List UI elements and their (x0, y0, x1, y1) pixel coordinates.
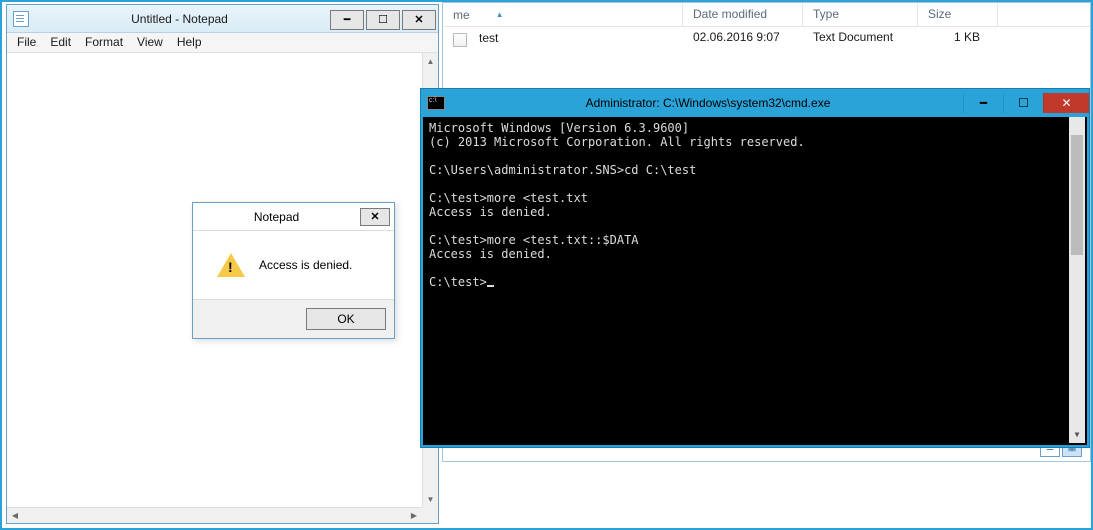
notepad-title: Untitled - Notepad (29, 12, 330, 26)
sort-arrow-icon: ▲ (496, 10, 504, 19)
cmd-icon (427, 96, 445, 110)
cmd-maximize-button[interactable]: ☐ (1003, 93, 1043, 113)
file-row[interactable]: test 02.06.2016 9:07 Text Document 1 KB (443, 27, 1090, 49)
cursor-icon (487, 285, 494, 287)
cmd-scroll-down-icon[interactable]: ▼ (1069, 427, 1085, 443)
column-name[interactable]: me ▲ (443, 3, 683, 26)
message-title: Notepad (193, 210, 360, 224)
column-size[interactable]: Size (918, 3, 998, 26)
file-type: Text Document (803, 27, 918, 49)
scroll-left-icon[interactable]: ◀ (7, 508, 23, 523)
column-type[interactable]: Type (803, 3, 918, 26)
notepad-icon (13, 11, 29, 27)
message-body: ! Access is denied. (193, 231, 394, 299)
scroll-down-icon[interactable]: ▼ (423, 491, 438, 507)
column-date[interactable]: Date modified (683, 3, 803, 26)
scrollbar-horizontal[interactable]: ◀ ▶ (7, 507, 422, 523)
cmd-terminal[interactable]: Microsoft Windows [Version 6.3.9600] (c)… (421, 117, 1089, 447)
maximize-button[interactable]: ☐ (366, 10, 400, 30)
message-titlebar[interactable]: Notepad ✕ (193, 203, 394, 231)
cmd-titlebar[interactable]: Administrator: C:\Windows\system32\cmd.e… (421, 89, 1089, 117)
scroll-corner (422, 507, 438, 523)
scroll-right-icon[interactable]: ▶ (406, 508, 422, 523)
cmd-output: Microsoft Windows [Version 6.3.9600] (c)… (429, 121, 805, 289)
column-name-label: me (453, 8, 470, 22)
scroll-up-icon[interactable]: ▲ (423, 53, 438, 69)
warning-icon: ! (217, 253, 245, 277)
menu-view[interactable]: View (131, 35, 169, 50)
notepad-menu: File Edit Format View Help (7, 33, 438, 53)
cmd-title: Administrator: C:\Windows\system32\cmd.e… (453, 96, 963, 110)
message-footer: OK (193, 299, 394, 338)
menu-file[interactable]: File (11, 35, 42, 50)
file-size: 1 KB (918, 27, 998, 49)
cmd-window: Administrator: C:\Windows\system32\cmd.e… (420, 88, 1090, 448)
message-box: Notepad ✕ ! Access is denied. OK (192, 202, 395, 339)
ok-button[interactable]: OK (306, 308, 386, 330)
file-name: test (479, 31, 498, 45)
close-button[interactable]: ✕ (402, 10, 436, 30)
explorer-columns: me ▲ Date modified Type Size (443, 3, 1090, 27)
cmd-minimize-button[interactable]: ━ (963, 93, 1003, 113)
menu-edit[interactable]: Edit (44, 35, 77, 50)
message-text: Access is denied. (259, 258, 352, 272)
minimize-button[interactable]: ━ (330, 10, 364, 30)
menu-help[interactable]: Help (171, 35, 208, 50)
text-file-icon (453, 33, 467, 47)
notepad-titlebar[interactable]: Untitled - Notepad ━ ☐ ✕ (7, 5, 438, 33)
menu-format[interactable]: Format (79, 35, 129, 50)
message-close-button[interactable]: ✕ (360, 208, 390, 226)
file-date: 02.06.2016 9:07 (683, 27, 803, 49)
cmd-close-button[interactable]: ✕ (1043, 93, 1089, 113)
cmd-scroll-thumb[interactable] (1071, 135, 1083, 255)
cmd-scrollbar[interactable]: ▲ ▼ (1069, 117, 1085, 443)
